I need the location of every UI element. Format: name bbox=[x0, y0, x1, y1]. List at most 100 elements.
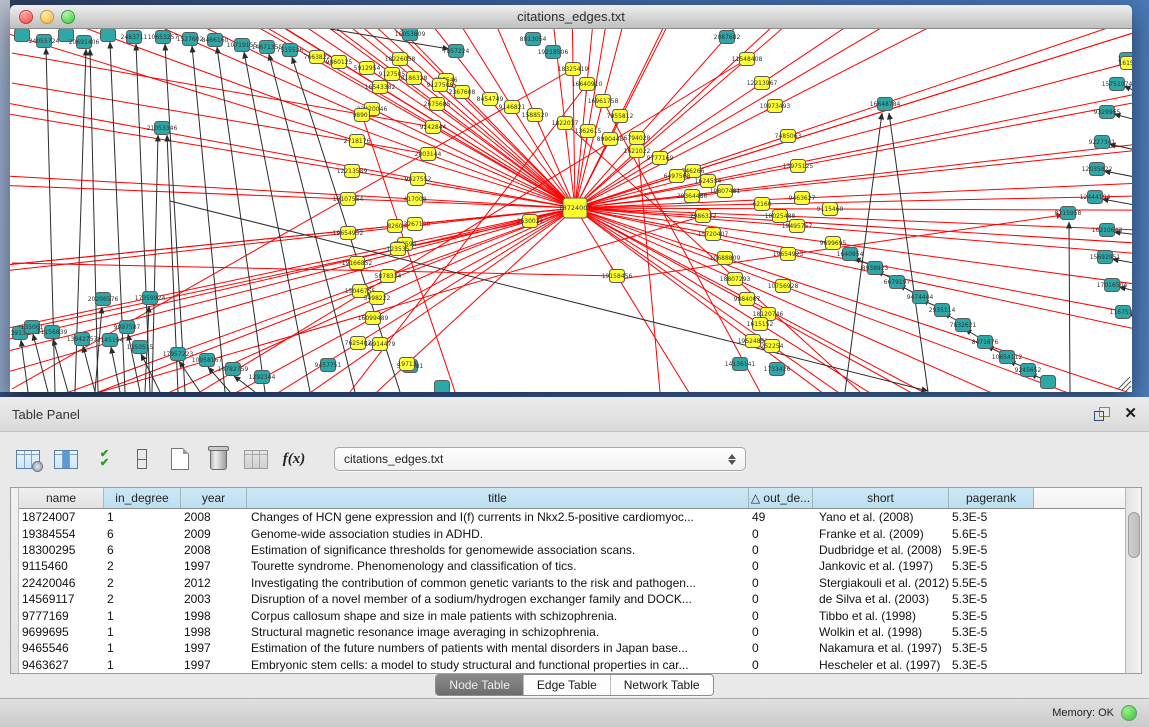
network-node[interactable]: 98901 bbox=[352, 109, 371, 122]
network-node[interactable]: 17957223 bbox=[163, 348, 194, 361]
citation-edge-red[interactable] bbox=[575, 90, 1132, 208]
network-node[interactable] bbox=[435, 381, 450, 393]
table-cell[interactable]: 2 bbox=[104, 559, 181, 573]
network-node[interactable]: 16640910 bbox=[572, 78, 603, 91]
network-node[interactable]: 10973493 bbox=[760, 100, 791, 113]
table-row[interactable]: 946554611997Estimation of the future num… bbox=[19, 640, 1126, 656]
delete-table-icon[interactable] bbox=[204, 445, 232, 473]
function-builder-icon[interactable]: f(x) bbox=[280, 445, 308, 473]
table-row[interactable]: 1872400712008Changes of HCN gene express… bbox=[19, 509, 1126, 525]
table-cell[interactable]: Estimation of significance thresholds fo… bbox=[247, 543, 749, 557]
citation-edge-red[interactable] bbox=[575, 208, 1132, 272]
table-cell[interactable]: de Silva et al. (2003) bbox=[813, 592, 949, 606]
network-node[interactable]: 8215958 bbox=[1055, 207, 1082, 220]
column-header-name[interactable]: name bbox=[19, 488, 104, 508]
network-node[interactable]: 18226058 bbox=[385, 53, 416, 66]
table-cell[interactable]: Corpus callosum shape and size in male p… bbox=[247, 609, 749, 623]
table-row[interactable]: 911546021997Tourette syndrome. Phenomeno… bbox=[19, 558, 1126, 574]
table-cell[interactable]: 5.3E-5 bbox=[949, 625, 1034, 639]
table-cell[interactable]: 9777169 bbox=[19, 609, 104, 623]
table-cell[interactable]: 5.3E-5 bbox=[949, 559, 1034, 573]
network-node[interactable]: 24055724 bbox=[29, 35, 60, 48]
column-header-year[interactable]: year bbox=[181, 488, 247, 508]
citation-edge-black[interactable] bbox=[1069, 222, 1070, 392]
table-row[interactable]: 969969511998Structural magnetic resonanc… bbox=[19, 624, 1126, 640]
table-cell[interactable]: Yano et al. (2008) bbox=[813, 510, 949, 524]
table-cell[interactable]: 2009 bbox=[181, 527, 247, 541]
network-node[interactable]: 9097587 bbox=[114, 321, 141, 334]
table-cell[interactable]: 2 bbox=[104, 592, 181, 606]
citation-edge-black[interactable] bbox=[217, 47, 265, 392]
network-node[interactable]: 1588520 bbox=[522, 109, 549, 122]
column-header-in_degree[interactable]: in_degree bbox=[104, 488, 181, 508]
table-row[interactable]: 1830029562008Estimation of significance … bbox=[19, 542, 1126, 558]
network-canvas-svg[interactable]: 2405572420691406248371110653257152760284… bbox=[10, 29, 1132, 392]
table-cell[interactable]: Genome-wide association studies in ADHD. bbox=[247, 527, 749, 541]
scrollbar-thumb[interactable] bbox=[1128, 512, 1140, 558]
table-cell[interactable]: Jankovic et al. (1997) bbox=[813, 559, 949, 573]
network-node[interactable]: 13942757 bbox=[67, 333, 98, 346]
network-node[interactable]: 9329965 bbox=[1094, 106, 1121, 119]
table-cell[interactable]: 1998 bbox=[181, 625, 247, 639]
node-table[interactable]: namein_degreeyeartitle△ out_de...shortpa… bbox=[10, 487, 1142, 674]
table-cell[interactable]: 14569117 bbox=[19, 592, 104, 606]
zoom-window-button[interactable] bbox=[61, 10, 75, 24]
network-node[interactable]: 15692951 bbox=[1090, 251, 1121, 264]
network-node[interactable]: 9699695 bbox=[820, 237, 847, 250]
citation-edge-red[interactable] bbox=[10, 148, 575, 208]
network-node[interactable]: 20206576 bbox=[88, 293, 119, 306]
table-cell[interactable]: 9699695 bbox=[19, 625, 104, 639]
table-cell[interactable]: Wolkin et al. (1998) bbox=[813, 625, 949, 639]
network-node[interactable]: 9227341 bbox=[1089, 136, 1116, 149]
table-cell[interactable]: 5.3E-5 bbox=[949, 510, 1034, 524]
table-cell[interactable]: Disruption of a novel member of a sodium… bbox=[247, 592, 749, 606]
hub-node[interactable]: 18724007 bbox=[558, 198, 591, 218]
network-node[interactable]: 12213589 bbox=[337, 165, 368, 178]
float-panel-icon[interactable] bbox=[1094, 407, 1110, 421]
network-node[interactable]: 13975125 bbox=[783, 160, 814, 173]
table-cell[interactable]: 1997 bbox=[181, 559, 247, 573]
table-cell[interactable]: Embryonic stem cells: a model to study s… bbox=[247, 658, 749, 672]
table-cell[interactable]: 2012 bbox=[181, 576, 247, 590]
column-header-title[interactable]: title bbox=[247, 488, 749, 508]
table-cell[interactable]: 6 bbox=[104, 527, 181, 541]
network-node[interactable]: 11548408 bbox=[732, 53, 763, 66]
network-node[interactable]: 12035822 bbox=[1082, 163, 1113, 176]
network-node[interactable]: 7485063 bbox=[775, 130, 802, 143]
citation-edge-red[interactable] bbox=[575, 208, 1132, 392]
table-vertical-scrollbar[interactable] bbox=[1125, 488, 1141, 673]
network-node[interactable]: 9115460 bbox=[817, 203, 844, 216]
network-canvas[interactable]: 2405572420691406248371110653257152760284… bbox=[10, 29, 1132, 392]
table-cell[interactable]: 2008 bbox=[181, 510, 247, 524]
table-cell[interactable]: 1 bbox=[104, 510, 181, 524]
citation-edge-red[interactable] bbox=[200, 59, 747, 392]
network-node[interactable]: 19158456 bbox=[602, 270, 633, 283]
table-cell[interactable]: 1997 bbox=[181, 641, 247, 655]
network-node[interactable]: 1292344 bbox=[249, 371, 276, 384]
network-node[interactable]: 2718176 bbox=[344, 135, 371, 148]
table-row[interactable]: 946362711997Embryonic stem cells: a mode… bbox=[19, 657, 1126, 673]
citation-edge-black[interactable] bbox=[152, 135, 158, 392]
table-cell[interactable]: 2008 bbox=[181, 543, 247, 557]
table-cell[interactable]: 0 bbox=[749, 625, 813, 639]
network-window-titlebar[interactable]: citations_edges.txt bbox=[10, 5, 1132, 29]
table-cell[interactable]: 5.3E-5 bbox=[949, 592, 1034, 606]
table-cell[interactable]: 9463627 bbox=[19, 658, 104, 672]
table-cell[interactable]: 5.9E-5 bbox=[949, 543, 1034, 557]
table-cell[interactable]: Tourette syndrome. Phenomenology and cla… bbox=[247, 559, 749, 573]
citation-edge-red[interactable] bbox=[10, 163, 575, 208]
table-cell[interactable]: 19384554 bbox=[19, 527, 104, 541]
network-node[interactable]: 16154 bbox=[1118, 57, 1132, 70]
table-cell[interactable]: 22420046 bbox=[19, 576, 104, 590]
network-node[interactable]: 5912954 bbox=[354, 62, 381, 75]
table-cell[interactable]: Dudbridge et al. (2008) bbox=[813, 543, 949, 557]
table-cell[interactable]: 0 bbox=[749, 658, 813, 672]
minimize-window-button[interactable] bbox=[40, 10, 54, 24]
table-cell[interactable]: 1 bbox=[104, 641, 181, 655]
network-node[interactable]: 9474444 bbox=[907, 291, 934, 304]
network-node[interactable]: 19654952 bbox=[333, 227, 364, 240]
table-cell[interactable]: 2003 bbox=[181, 592, 247, 606]
resize-grip-icon[interactable] bbox=[1118, 377, 1131, 391]
tab-node-table[interactable]: Node Table bbox=[436, 675, 523, 695]
table-panel-header[interactable]: Table Panel ✕ bbox=[0, 397, 1149, 432]
